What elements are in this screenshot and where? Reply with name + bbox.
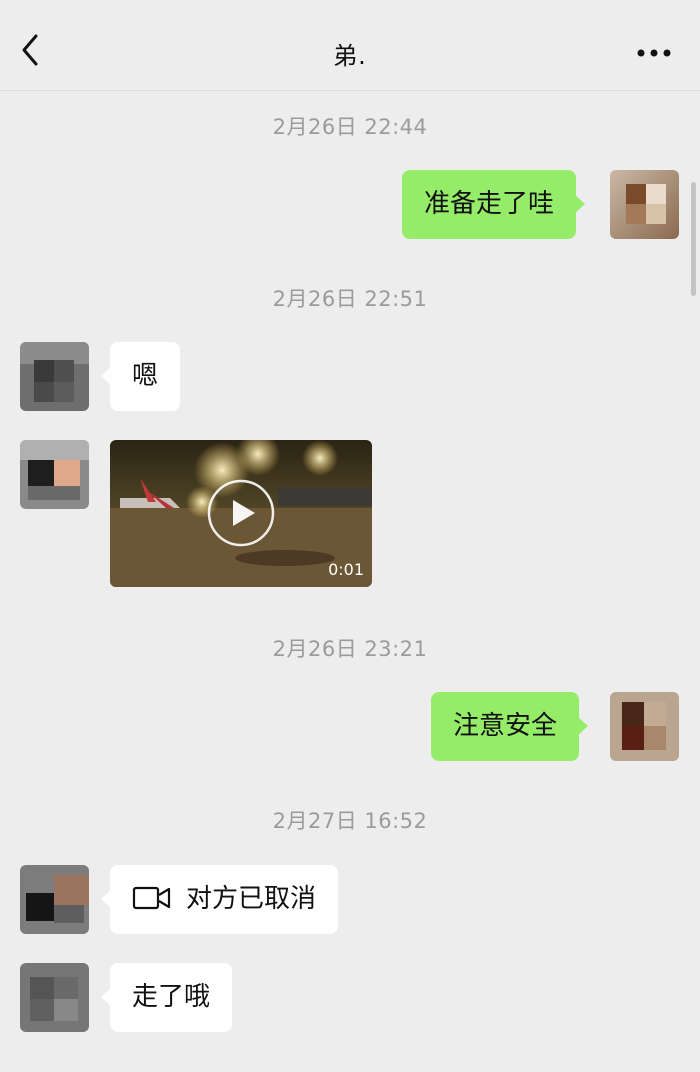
message-timestamp: 2月26日 23:21	[272, 637, 428, 661]
video-duration: 0:01	[328, 560, 364, 579]
my-avatar[interactable]	[610, 170, 679, 239]
video-message[interactable]: 0:01	[110, 440, 372, 587]
avatar-image	[20, 342, 89, 411]
message-text: 嗯	[132, 361, 159, 391]
chat-header: 弟.	[0, 0, 700, 91]
contact-avatar[interactable]	[20, 342, 89, 411]
message-text: 走了哦	[132, 982, 211, 1012]
my-avatar[interactable]	[610, 692, 679, 761]
contact-avatar[interactable]	[20, 865, 89, 934]
video-call-icon	[132, 886, 171, 909]
chat-title: 弟.	[333, 42, 367, 70]
avatar-image	[610, 170, 679, 239]
incoming-message-bubble[interactable]: 嗯	[100, 342, 181, 411]
scrollbar[interactable]	[691, 182, 696, 296]
message-text: 准备走了哇	[424, 189, 555, 219]
call-status-text: 对方已取消	[186, 884, 317, 914]
more-button[interactable]	[636, 38, 676, 68]
avatar-image	[20, 865, 89, 934]
incoming-call-bubble[interactable]: 对方已取消	[100, 865, 339, 934]
contact-avatar[interactable]	[20, 440, 89, 509]
outgoing-message-bubble[interactable]: 准备走了哇	[402, 170, 586, 239]
message-text: 注意安全	[453, 711, 558, 741]
avatar-image	[20, 963, 89, 1032]
avatar-image	[20, 440, 89, 509]
avatar-image	[610, 692, 679, 761]
contact-avatar[interactable]	[20, 963, 89, 1032]
message-timestamp: 2月26日 22:51	[272, 287, 428, 311]
ellipsis-icon	[637, 49, 671, 57]
incoming-message-bubble[interactable]: 走了哦	[100, 963, 233, 1032]
outgoing-message-bubble[interactable]: 注意安全	[431, 692, 589, 761]
message-timestamp: 2月26日 22:44	[272, 115, 428, 139]
message-timestamp: 2月27日 16:52	[272, 809, 428, 833]
